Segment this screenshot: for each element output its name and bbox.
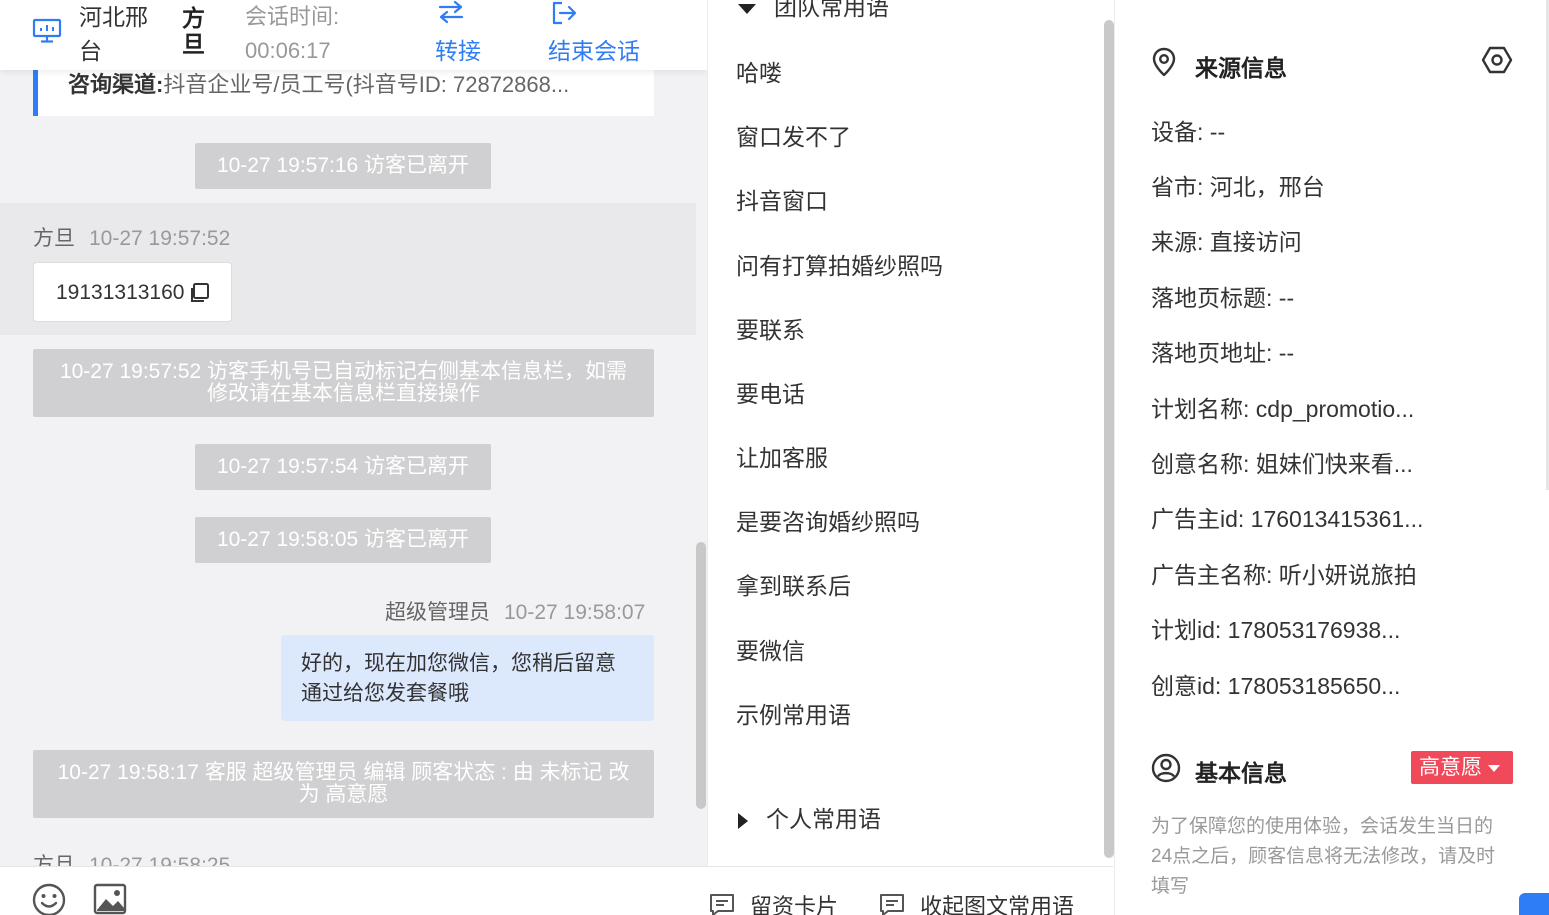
card-icon xyxy=(710,894,734,915)
phone-number[interactable]: 19131313160 xyxy=(56,281,184,304)
message-time: 10-27 19:57:52 xyxy=(89,227,231,250)
source-info-row: 计划名称: cdp_promotio... xyxy=(1151,396,1415,422)
collapse-icon xyxy=(880,894,904,915)
chat-panel: 河北邢台 方旦 会话时间: 00:06:17 转接 结束会话 咨询渠道:抖音企业… xyxy=(0,0,707,915)
phrase-item[interactable]: 拿到联系后 xyxy=(736,567,851,601)
phrase-item[interactable]: 让加客服 xyxy=(736,439,828,473)
basic-info-title: 基本信息 xyxy=(1195,760,1287,786)
source-info-row: 设备: -- xyxy=(1151,119,1226,145)
intent-status-dropdown[interactable]: 高意愿 xyxy=(1411,751,1513,784)
session-time: 会话时间: 00:06:17 xyxy=(245,0,385,68)
emoji-icon[interactable] xyxy=(32,883,66,915)
source-info-row: 省市: 河北，邢台 xyxy=(1151,174,1325,200)
phrase-item[interactable]: 示例常用语 xyxy=(736,696,851,730)
channel-label: 咨询渠道: xyxy=(68,72,164,97)
chevron-down-icon xyxy=(738,3,756,14)
chat-header: 河北邢台 方旦 会话时间: 00:06:17 转接 结束会话 xyxy=(0,0,707,70)
collapse-phrases-button[interactable]: 收起图文常用语 xyxy=(878,889,1074,915)
system-message: 10-27 19:58:05 访客已离开 xyxy=(195,517,491,563)
visitor-info-panel: 来源信息 设备: -- 省市: 河北，邢台 来源: 直接访问 落地页标题: --… xyxy=(1114,0,1549,915)
transfer-icon xyxy=(438,0,464,24)
quick-phrases-panel: 团队常用语 哈喽 窗口发不了 抖音窗口 问有打算拍婚纱照吗 要联系 要电话 让加… xyxy=(707,0,1114,866)
visitor-location: 河北邢台 xyxy=(79,4,148,64)
message-time: 10-27 19:58:07 xyxy=(504,601,646,624)
source-info-row: 广告主名称: 听小妍说旅拍 xyxy=(1151,562,1417,588)
user-circle-icon xyxy=(1151,753,1181,783)
transfer-label: 转接 xyxy=(435,38,481,64)
copy-icon[interactable] xyxy=(188,282,210,304)
image-icon[interactable] xyxy=(93,883,127,915)
system-message: 10-27 19:57:54 访客已离开 xyxy=(195,444,491,490)
system-message: 10-27 19:57:52 访客手机号已自动标记右侧基本信息栏，如需修改请在基… xyxy=(33,349,654,417)
message-sender: 超级管理员 xyxy=(385,601,490,624)
source-info-row: 落地页地址: -- xyxy=(1151,340,1295,366)
session-time-value: 00:06:17 xyxy=(245,38,331,63)
system-message: 10-27 19:58:17 客服 超级管理员 编辑 顾客状态 : 由 未标记 … xyxy=(33,750,654,818)
phone-message-bubble: 19131313160 xyxy=(33,262,232,322)
source-info-row: 广告主id: 176013415361... xyxy=(1151,506,1424,532)
chat-footer-toolbar: 留资卡片 收起图文常用语 xyxy=(0,866,1113,915)
personal-phrases-label: 个人常用语 xyxy=(766,806,881,832)
source-info-row: 计划id: 178053176938... xyxy=(1151,617,1401,643)
personal-phrases-group[interactable]: 个人常用语 xyxy=(738,800,881,834)
visitor-name: 方旦 xyxy=(182,5,205,57)
chevron-right-icon xyxy=(738,812,748,829)
phrase-item[interactable]: 窗口发不了 xyxy=(736,118,851,152)
settings-icon[interactable] xyxy=(1481,44,1513,76)
team-phrases-label: 团队常用语 xyxy=(774,0,889,20)
message-sender: 方旦 xyxy=(33,227,75,250)
location-pin-icon xyxy=(1152,47,1176,77)
phrase-item[interactable]: 哈喽 xyxy=(736,54,782,88)
phrase-item[interactable]: 是要咨询婚纱照吗 xyxy=(736,503,920,537)
phrase-item[interactable]: 要电话 xyxy=(736,375,805,409)
agent-message-meta: 超级管理员 10-27 19:58:07 xyxy=(385,596,645,626)
phrase-item[interactable]: 要微信 xyxy=(736,632,805,666)
exit-icon xyxy=(552,1,577,25)
chat-scrollbar[interactable] xyxy=(696,542,706,809)
phrase-item[interactable]: 抖音窗口 xyxy=(736,182,828,216)
intent-status-label: 高意愿 xyxy=(1419,756,1482,779)
source-info-row: 来源: 直接访问 xyxy=(1151,229,1302,255)
source-info-row: 创意名称: 姐妹们快来看... xyxy=(1151,451,1413,477)
monitor-icon xyxy=(32,18,62,43)
lead-card-button[interactable]: 留资卡片 xyxy=(708,889,838,915)
channel-value: 抖音企业号/员工号(抖音号ID: 72872868... xyxy=(163,72,570,97)
end-session-button[interactable]: 结束会话 xyxy=(548,0,648,70)
phrase-item[interactable]: 问有打算拍婚纱照吗 xyxy=(736,247,943,281)
phrases-scrollbar[interactable] xyxy=(1104,20,1114,858)
end-session-label: 结束会话 xyxy=(548,38,640,64)
source-info-title: 来源信息 xyxy=(1195,55,1287,81)
phrase-item[interactable]: 要联系 xyxy=(736,311,805,345)
visitor-message-meta: 方旦 10-27 19:57:52 xyxy=(33,222,230,252)
source-info-row: 落地页标题: -- xyxy=(1151,285,1295,311)
session-time-label: 会话时间: xyxy=(245,4,340,29)
edit-deadline-notice: 为了保障您的使用体验，会话发生当日的24点之后，顾客信息将无法修改，请及时填写 xyxy=(1151,816,1496,897)
agent-message-bubble: 好的，现在加您微信，您稍后留意通过给您发套餐哦 xyxy=(281,635,654,721)
transfer-button[interactable]: 转接 xyxy=(435,0,495,70)
collapse-phrases-label: 收起图文常用语 xyxy=(920,894,1075,915)
team-phrases-group[interactable]: 团队常用语 xyxy=(738,0,889,22)
system-message: 10-27 19:57:16 访客已离开 xyxy=(195,143,491,189)
source-info-row: 创意id: 178053185650... xyxy=(1151,673,1401,699)
floating-action-button[interactable] xyxy=(1519,893,1549,915)
caret-down-icon xyxy=(1488,764,1500,772)
